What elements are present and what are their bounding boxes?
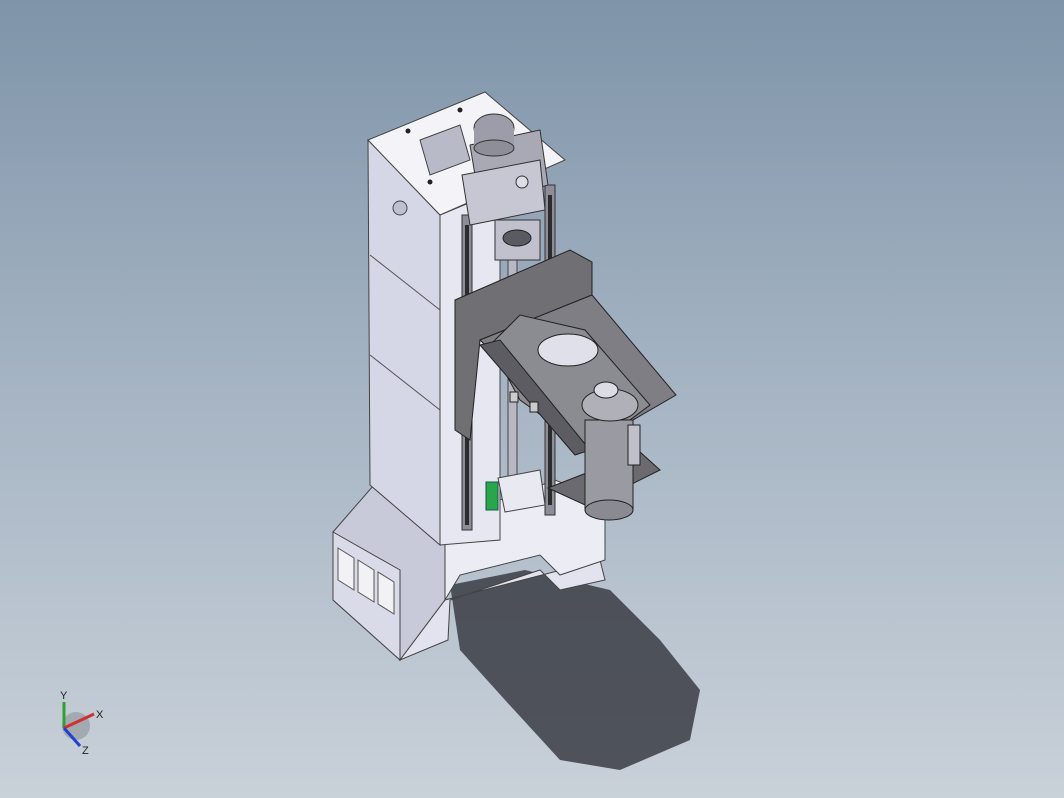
column-hole [392,200,408,216]
triad-y-label: Y [60,690,68,702]
bracket-opening [537,333,599,367]
triad-x-label: X [96,709,104,721]
rotary-motor[interactable] [581,381,641,521]
screw-support-highlight[interactable] [485,481,499,511]
orientation-triad[interactable]: Y X Z [50,688,110,758]
model-shadow [450,570,700,770]
triad-z-label: Z [82,745,89,757]
cad-viewport[interactable]: Y X Z [0,0,1064,798]
3d-model-view[interactable] [0,0,1064,798]
lower-bearing-block[interactable] [497,469,546,513]
